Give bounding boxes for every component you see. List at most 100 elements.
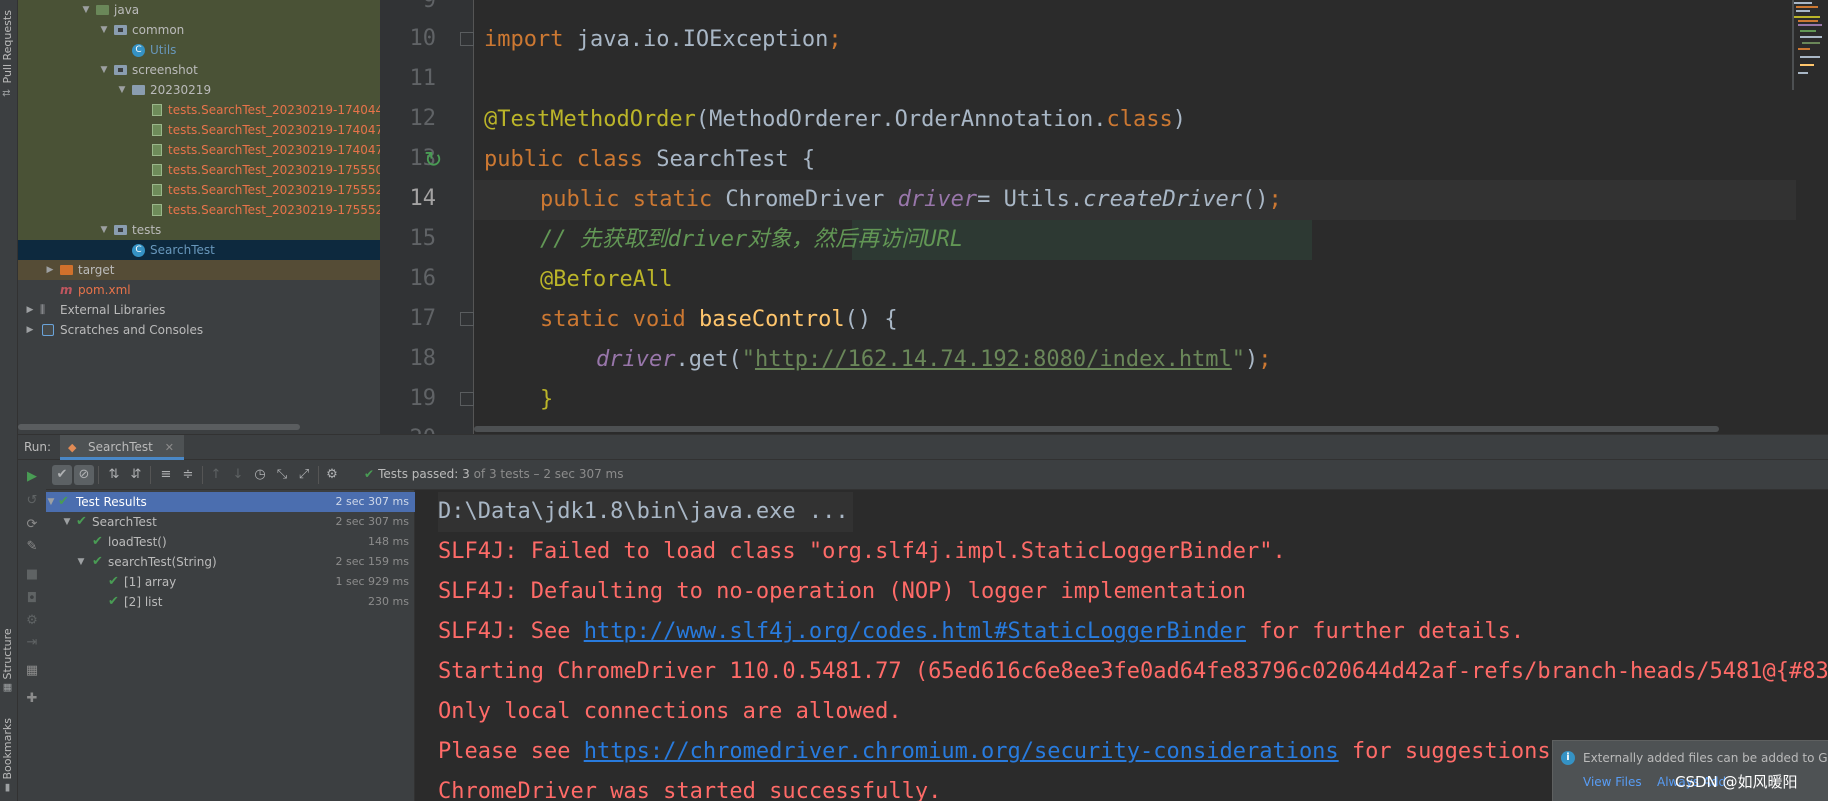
rerun-icon[interactable]: ▶ (25, 470, 39, 484)
tree-row-searchtest[interactable]: C SearchTest (18, 240, 380, 260)
tree-row-screenshot-file[interactable]: tests.SearchTest_20230219-175552488 (18, 200, 380, 220)
tree-label: Scratches and Consoles (60, 323, 204, 337)
tab-pull-requests-label: Pull Requests (1, 10, 14, 84)
image-file-icon (152, 184, 162, 196)
fold-marker-icon[interactable] (460, 312, 474, 326)
tree-label: java (114, 3, 140, 17)
chevron-down-icon[interactable]: ▼ (76, 552, 86, 572)
next-occurrence-icon[interactable]: ↓ (228, 465, 248, 485)
check-icon: ✔ (92, 534, 103, 549)
notification-text: Externally added files can be added to G… (1583, 751, 1828, 765)
tab-bookmarks[interactable]: ▮ Bookmarks (1, 714, 17, 798)
gear-icon[interactable]: ⚙ (322, 465, 342, 485)
export-results-icon[interactable]: ⤢ (294, 465, 314, 485)
view-files-link[interactable]: View Files (1583, 775, 1642, 789)
exit-icon[interactable]: ⇥ (25, 636, 39, 650)
tree-row-screenshot-file[interactable]: tests.SearchTest_20230219-174047641 (18, 140, 380, 160)
tree-row-tests[interactable]: ▼ tests (18, 220, 380, 240)
chevron-right-icon[interactable]: ▶ (44, 260, 56, 280)
test-row-class[interactable]: ▼ ✔ SearchTest 2 sec 307 ms (46, 512, 415, 532)
tree-row-screenshot-file[interactable]: tests.SearchTest_20230219-174047233 (18, 120, 380, 140)
check-icon: ✔ (364, 467, 375, 481)
run-test-gutter-icon[interactable]: ↻ (424, 148, 450, 174)
tree-row-pom[interactable]: m pom.xml (18, 280, 380, 300)
slf4j-link[interactable]: http://www.slf4j.org/codes.html#StaticLo… (584, 619, 1246, 644)
wrench-icon[interactable]: ✎ (25, 540, 39, 554)
line-number: 15 (409, 226, 437, 251)
editor-horizontal-scrollbar[interactable] (474, 426, 1719, 432)
url-link: http://162.14.74.192:8080/index.html (754, 347, 1232, 372)
camera-icon[interactable]: ◘ (25, 592, 39, 606)
chevron-down-icon[interactable]: ▼ (116, 80, 128, 100)
chromedriver-security-link[interactable]: https://chromedriver.chromium.org/securi… (584, 739, 1339, 764)
chevron-down-icon[interactable]: ▼ (98, 20, 110, 40)
test-history-icon[interactable]: ◷ (250, 465, 270, 485)
console-line: SLF4J: Failed to load class "org.slf4j.i… (438, 539, 1286, 564)
tree-row-scratches[interactable]: ▶ Scratches and Consoles (18, 320, 380, 340)
tab-structure[interactable]: ▦ Structure (1, 625, 17, 697)
stop-icon[interactable]: ■ (25, 568, 39, 582)
settings-icon[interactable]: ⚙ (25, 614, 39, 628)
fold-marker-icon[interactable] (460, 392, 474, 406)
previous-occurrence-icon[interactable]: ↑ (206, 465, 226, 485)
line-number: 19 (409, 386, 437, 411)
test-name: [1] array (124, 575, 177, 589)
pin-icon[interactable]: ✚ (25, 692, 39, 706)
tree-label: common (132, 23, 185, 37)
rerun-failed-icon[interactable]: ↺ (25, 494, 39, 508)
chevron-right-icon[interactable]: ▶ (24, 300, 36, 320)
test-row-method[interactable]: ▼ ✔ searchTest(String) 2 sec 159 ms (46, 552, 415, 572)
folder-icon (132, 85, 145, 95)
tree-label: pom.xml (78, 283, 131, 297)
image-file-icon (152, 104, 162, 116)
import-tests-icon[interactable]: ⤡ (272, 465, 292, 485)
test-row-param[interactable]: ✔ [1] array 1 sec 929 ms (46, 572, 415, 592)
chevron-down-icon[interactable]: ▼ (98, 220, 110, 240)
library-icon: ⫼ (40, 303, 46, 316)
tree-row-screenshot-file[interactable]: tests.SearchTest_20230219-174044515 (18, 100, 380, 120)
tree-label: tests.SearchTest_20230219-175552488 (168, 203, 380, 217)
image-file-icon (152, 164, 162, 176)
editor-gutter: 9 10 11 12 13 14 15 16 17 18 19 20 ↻ (380, 0, 474, 434)
line-number: 9 (422, 0, 436, 13)
collapse-all-icon[interactable]: ≑ (178, 465, 198, 485)
test-name: [2] list (124, 595, 163, 609)
tree-row-common[interactable]: ▼ common (18, 20, 380, 40)
tree-row-20230219[interactable]: ▼ 20230219 (18, 80, 380, 100)
tab-pull-requests[interactable]: ⇅ Pull Requests (1, 4, 17, 104)
toggle-auto-test-icon[interactable]: ⟳ (25, 518, 39, 532)
test-row-param[interactable]: ✔ [2] list 230 ms (46, 592, 415, 612)
run-tab-label: SearchTest (88, 440, 153, 454)
console-line: Starting ChromeDriver 110.0.5481.77 (65e… (438, 659, 1828, 684)
sort-by-duration-icon[interactable]: ⇵ (126, 465, 146, 485)
chevron-down-icon[interactable]: ▼ (80, 0, 92, 20)
toolbar-separator (150, 466, 151, 484)
tab-bookmarks-label: Bookmarks (1, 718, 14, 780)
run-tab-searchtest[interactable]: ◆ SearchTest ✕ (60, 435, 184, 460)
close-icon[interactable]: ✕ (165, 441, 174, 454)
tree-row-target[interactable]: ▶ target (18, 260, 380, 280)
tree-row-utils[interactable]: C Utils (18, 40, 380, 60)
sort-alphabetically-icon[interactable]: ⇅ (104, 465, 124, 485)
fold-marker-icon[interactable] (460, 32, 474, 46)
tree-row-external-libraries[interactable]: ▶ ⫼ External Libraries (18, 300, 380, 320)
tree-row-screenshot-file[interactable]: tests.SearchTest_20230219-175550327 (18, 160, 380, 180)
tree-row-screenshot[interactable]: ▼ screenshot (18, 60, 380, 80)
project-horizontal-scrollbar[interactable] (18, 424, 300, 430)
test-status-summary: ✔ Tests passed: 3 of 3 tests – 2 sec 307 … (364, 467, 624, 481)
show-ignored-toggle-icon[interactable]: ⊘ (74, 465, 94, 485)
expand-all-icon[interactable]: ≡ (156, 465, 176, 485)
chevron-down-icon[interactable]: ▼ (46, 492, 56, 512)
layout-icon[interactable]: ▦ (25, 664, 39, 678)
editor-minimap[interactable] (1792, 0, 1828, 100)
code-editor[interactable]: 9 10 11 12 13 14 15 16 17 18 19 20 ↻ imp… (380, 0, 1828, 434)
test-name: Test Results (76, 495, 147, 509)
chevron-right-icon[interactable]: ▶ (24, 320, 36, 340)
tree-row-screenshot-file[interactable]: tests.SearchTest_20230219-175552236 (18, 180, 380, 200)
chevron-down-icon[interactable]: ▼ (62, 512, 72, 532)
test-row-method[interactable]: ✔ loadTest() 148 ms (46, 532, 415, 552)
tree-row-java[interactable]: ▼ java (18, 0, 380, 20)
chevron-down-icon[interactable]: ▼ (98, 60, 110, 80)
show-passed-toggle-icon[interactable]: ✔ (52, 465, 72, 485)
test-row-results[interactable]: ▼ ✔ Test Results 2 sec 307 ms (46, 492, 415, 512)
